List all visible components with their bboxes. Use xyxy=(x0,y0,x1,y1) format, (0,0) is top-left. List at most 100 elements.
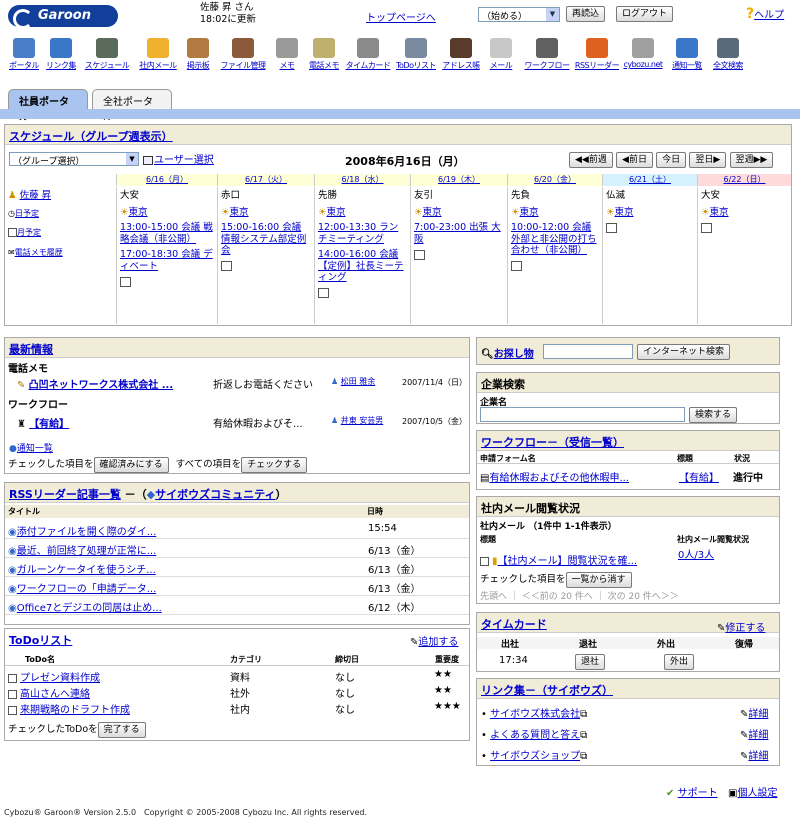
rss-row[interactable]: ◉ワークフローの「申請データ... 6/13（金） xyxy=(8,580,466,595)
todo-checkbox[interactable] xyxy=(8,705,17,715)
day-schedule-link[interactable]: 日予定 xyxy=(15,209,39,218)
todo-checkbox[interactable] xyxy=(8,673,17,683)
app-todo[interactable]: ToDoリスト xyxy=(391,38,441,71)
rss-title[interactable]: RSSリーダー記事一覧 xyxy=(9,488,121,501)
news-title[interactable]: 最新情報 xyxy=(9,343,53,356)
app-bulletin[interactable]: 掲示板 xyxy=(173,38,223,71)
rss-row[interactable]: ◉添付ファイルを開く際のダイ... 15:54 xyxy=(8,523,466,538)
tab-company-portal[interactable]: 全社ポータル xyxy=(92,89,172,123)
workflow-title[interactable]: ワークフロー－（受信一覧） xyxy=(481,436,624,449)
prev-week-button[interactable]: ◀◀前週 xyxy=(569,152,613,168)
day-header[interactable]: 6/18（水） xyxy=(314,174,410,186)
workflow-row-title[interactable]: 【有給】 xyxy=(679,469,719,484)
top-page-link[interactable]: トップページへ xyxy=(366,9,436,24)
location[interactable]: ☀東京 xyxy=(120,207,214,219)
notification-link[interactable]: ●通知一覧 xyxy=(9,441,53,454)
app-binoculars[interactable]: 全文検索 xyxy=(703,38,753,71)
add-memo-icon[interactable] xyxy=(120,276,214,288)
day-header[interactable]: 6/22（日） xyxy=(697,174,791,186)
app-timecard[interactable]: タイムカード xyxy=(343,38,393,71)
app-cybozu-net[interactable]: cybozu.net xyxy=(618,38,668,69)
remove-from-list-button[interactable]: 一覧から消す xyxy=(565,572,632,588)
link-item[interactable]: • よくある質問と答え⧉ xyxy=(481,726,587,741)
clock-out-button[interactable]: 退社 xyxy=(575,654,606,670)
location[interactable]: ☀東京 xyxy=(318,207,407,219)
today-button[interactable]: 今日 xyxy=(656,152,687,168)
company-name-input[interactable] xyxy=(480,407,685,422)
support-link[interactable]: ✔ サポート xyxy=(666,784,718,799)
location[interactable]: ☀東京 xyxy=(701,207,788,219)
day-cell[interactable]: 大安 ☀東京 13:00-15:00 会議 戦略会議（非公開） 17:00-18:30… xyxy=(116,187,217,324)
help-link[interactable]: ?ヘルプ xyxy=(746,6,784,22)
location[interactable]: ☀東京 xyxy=(414,207,504,219)
add-memo-icon[interactable] xyxy=(606,222,694,234)
personal-settings-link[interactable]: ▣個人設定 xyxy=(728,784,777,799)
schedule-event[interactable]: 14:00-16:00 会議【定例】社長ミーティング xyxy=(318,249,407,284)
news-item-workflow-person[interactable]: ♟ 井東 安芸男 xyxy=(331,415,383,426)
news-item-workflow[interactable]: ♜ 【有給】 xyxy=(17,415,69,430)
day-header[interactable]: 6/17（火） xyxy=(217,174,314,186)
timecard-title[interactable]: タイムカード xyxy=(481,618,547,631)
internet-search-button[interactable]: インターネット検索 xyxy=(637,344,731,360)
app-workflow-stamp[interactable]: ワークフロー xyxy=(522,38,572,71)
search-input[interactable] xyxy=(543,344,633,359)
news-item-phone[interactable]: ✎ 凸凹ネットワークス株式会社 ... xyxy=(17,376,173,391)
app-file-cabinet[interactable]: ファイル管理 xyxy=(218,38,268,71)
schedule-event[interactable]: 17:00-18:30 会議 ディベート xyxy=(120,249,214,272)
rss-feed-link[interactable]: サイボウズコミュニティ xyxy=(155,488,275,501)
news-item-phone-person[interactable]: ♟ 松田 雅余 xyxy=(331,376,375,387)
todo-add-link[interactable]: ✎追加する xyxy=(410,633,458,648)
todo-checkbox[interactable] xyxy=(8,689,17,699)
search-label[interactable]: 🔍︎お探し物 xyxy=(481,345,534,360)
todo-row[interactable]: 来期戦略のドラフト作成 社内 なし ★★★ xyxy=(8,701,466,716)
group-select[interactable]: （グループ選択） ▼ xyxy=(9,152,139,167)
todo-complete-button[interactable]: 完了する xyxy=(97,722,146,738)
reload-button[interactable]: 再読込 xyxy=(566,6,606,22)
location[interactable]: ☀東京 xyxy=(511,207,599,219)
rss-row[interactable]: ◉ガルーンケータイを使うシチ... 6/13（金） xyxy=(8,561,466,576)
next-day-button[interactable]: 翌日▶ xyxy=(689,152,727,168)
app-rss[interactable]: RSSリーダー xyxy=(572,38,622,71)
day-cell[interactable]: 赤口 ☀東京 15:00-16:00 会議 情報システム部定例会 xyxy=(217,187,314,324)
schedule-event[interactable]: 12:00-13:30 ランチミーティング xyxy=(318,222,407,245)
day-header[interactable]: 6/20（金） xyxy=(507,174,602,186)
row-checkbox[interactable] xyxy=(480,556,489,566)
tab-employee-portal[interactable]: 社員ポータル xyxy=(8,89,88,123)
links-title[interactable]: リンク集－（サイボウズ） xyxy=(481,684,613,697)
user-select-link[interactable]: ユーザー選択 xyxy=(143,151,214,166)
app-mail-envelope[interactable]: メール xyxy=(476,38,526,71)
prev-day-button[interactable]: ◀前日 xyxy=(616,152,653,168)
link-detail[interactable]: ✎詳細 xyxy=(740,747,768,762)
timecard-edit-link[interactable]: ✎修正する xyxy=(717,619,765,634)
go-out-button[interactable]: 外出 xyxy=(664,654,695,670)
link-item[interactable]: • サイボウズ株式会社⧉ xyxy=(481,705,587,720)
day-cell[interactable]: 大安 ☀東京 xyxy=(697,187,791,324)
link-item[interactable]: • サイボウズショップ⧉ xyxy=(481,747,587,762)
day-header[interactable]: 6/16（月） xyxy=(116,174,217,186)
day-cell[interactable]: 先負 ☀東京 10:00-12:00 会議 外部と非公開の打ち合わせ（非公開） xyxy=(507,187,602,324)
schedule-event[interactable]: 13:00-15:00 会議 戦略会議（非公開） xyxy=(120,222,214,245)
link-detail[interactable]: ✎詳細 xyxy=(740,705,768,720)
location[interactable]: ☀東京 xyxy=(606,207,694,219)
day-cell[interactable]: 先勝 ☀東京 12:00-13:30 ランチミーティング 14:00-16:00 会議… xyxy=(314,187,410,324)
mail-status-row[interactable]: ▮【社内メール】閲覧状況を確... xyxy=(480,552,637,567)
location[interactable]: ☀東京 xyxy=(221,207,311,219)
mail-read-status[interactable]: 0人/3人 xyxy=(678,546,714,561)
add-memo-icon[interactable] xyxy=(414,249,504,261)
schedule-event[interactable]: 15:00-16:00 会議 情報システム部定例会 xyxy=(221,222,311,257)
todo-row[interactable]: 高山さんへ連絡 社外 なし ★★ xyxy=(8,685,466,700)
next-week-button[interactable]: 翌週▶▶ xyxy=(729,152,774,168)
day-header[interactable]: 6/19（木） xyxy=(410,174,507,186)
garoon-logo[interactable]: Garoon xyxy=(8,5,118,29)
month-schedule-link[interactable]: 月予定 xyxy=(17,228,41,237)
day-header[interactable]: 6/21（土） xyxy=(602,174,697,186)
link-detail[interactable]: ✎詳細 xyxy=(740,726,768,741)
check-all-button[interactable]: チェックする xyxy=(241,457,308,473)
rss-row[interactable]: ◉Office7とデジエの同居は止め... 6/12（木） xyxy=(8,599,466,614)
app-link-globe[interactable]: リンク集 xyxy=(36,38,86,71)
add-memo-icon[interactable] xyxy=(318,288,407,300)
todo-row[interactable]: プレゼン資料作成 資料 なし ★★ xyxy=(8,669,466,684)
start-select[interactable]: （始める） xyxy=(478,7,560,22)
company-search-button[interactable]: 検索する xyxy=(689,407,738,423)
add-memo-icon[interactable] xyxy=(221,261,311,273)
